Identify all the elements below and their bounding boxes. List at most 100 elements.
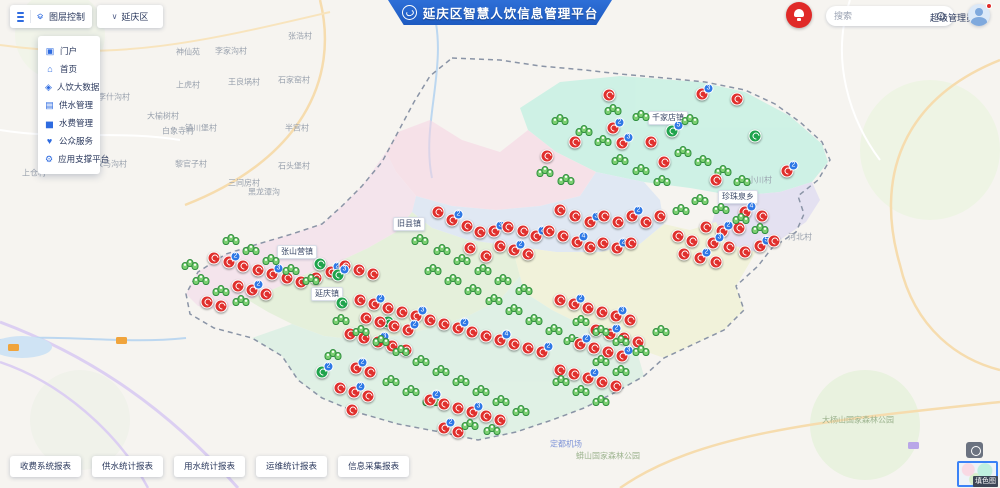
station-marker-alert[interactable] bbox=[624, 314, 637, 327]
station-marker-alert[interactable]: 3 bbox=[266, 268, 279, 281]
station-marker-alert[interactable]: 2 bbox=[452, 322, 465, 335]
village-cluster-icon[interactable] bbox=[526, 314, 543, 326]
station-marker-alert[interactable] bbox=[710, 174, 723, 187]
village-cluster-icon[interactable] bbox=[445, 274, 462, 286]
station-marker-alert[interactable]: 4 bbox=[494, 334, 507, 347]
village-cluster-icon[interactable] bbox=[233, 295, 250, 307]
village-cluster-icon[interactable] bbox=[473, 385, 490, 397]
village-cluster-icon[interactable] bbox=[546, 324, 563, 336]
station-marker-normal[interactable] bbox=[314, 258, 327, 271]
village-cluster-icon[interactable] bbox=[734, 175, 751, 187]
report-button[interactable]: 收费系统报表 bbox=[10, 456, 81, 477]
report-button[interactable]: 供水统计报表 bbox=[92, 456, 163, 477]
village-cluster-icon[interactable] bbox=[654, 175, 671, 187]
menu-item-public-service[interactable]: ♥公众服务 bbox=[38, 132, 100, 150]
village-cluster-icon[interactable] bbox=[553, 375, 570, 387]
village-cluster-icon[interactable] bbox=[733, 213, 750, 225]
station-marker-alert[interactable] bbox=[584, 241, 597, 254]
station-marker-alert[interactable] bbox=[723, 241, 736, 254]
station-marker-alert[interactable] bbox=[596, 376, 609, 389]
village-cluster-icon[interactable] bbox=[595, 135, 612, 147]
menu-item-water-supply[interactable]: ▤供水管理 bbox=[38, 96, 100, 114]
station-marker-alert[interactable]: 2 bbox=[508, 244, 521, 257]
village-cluster-icon[interactable] bbox=[283, 264, 300, 276]
village-cluster-icon[interactable] bbox=[333, 314, 350, 326]
village-cluster-icon[interactable] bbox=[223, 234, 240, 246]
station-marker-alert[interactable]: 3 bbox=[610, 310, 623, 323]
station-marker-alert[interactable] bbox=[367, 268, 380, 281]
station-marker-alert[interactable]: 3 bbox=[466, 406, 479, 419]
district-selector[interactable]: ∨ 延庆区 bbox=[97, 5, 163, 28]
search-input[interactable] bbox=[834, 11, 931, 21]
station-marker-alert[interactable] bbox=[710, 256, 723, 269]
station-marker-alert[interactable] bbox=[432, 206, 445, 219]
village-cluster-icon[interactable] bbox=[484, 424, 501, 436]
village-cluster-icon[interactable] bbox=[513, 405, 530, 417]
village-cluster-icon[interactable] bbox=[425, 264, 442, 276]
station-marker-alert[interactable]: 2 bbox=[402, 324, 415, 337]
report-button[interactable]: 信息采集报表 bbox=[338, 456, 409, 477]
station-marker-alert[interactable] bbox=[374, 316, 387, 329]
station-marker-alert[interactable]: 2 bbox=[424, 394, 437, 407]
station-marker-alert[interactable] bbox=[464, 242, 477, 255]
station-marker-alert[interactable] bbox=[354, 294, 367, 307]
village-cluster-icon[interactable] bbox=[373, 335, 390, 347]
village-cluster-icon[interactable] bbox=[558, 174, 575, 186]
station-marker-alert[interactable]: 2 bbox=[574, 338, 587, 351]
station-marker-alert[interactable] bbox=[686, 235, 699, 248]
village-cluster-icon[interactable] bbox=[393, 345, 410, 357]
village-cluster-icon[interactable] bbox=[552, 114, 569, 126]
village-cluster-icon[interactable] bbox=[493, 395, 510, 407]
village-cluster-icon[interactable] bbox=[433, 365, 450, 377]
menu-item-home[interactable]: ⌂首页 bbox=[38, 60, 100, 78]
station-marker-alert[interactable]: 3 bbox=[696, 88, 709, 101]
station-marker-alert[interactable] bbox=[588, 342, 601, 355]
report-button[interactable]: 用水统计报表 bbox=[174, 456, 245, 477]
station-marker-alert[interactable] bbox=[480, 410, 493, 423]
village-cluster-icon[interactable] bbox=[573, 385, 590, 397]
village-cluster-icon[interactable] bbox=[506, 304, 523, 316]
report-button[interactable]: 运维统计报表 bbox=[256, 456, 327, 477]
station-marker-alert[interactable]: 2 bbox=[350, 362, 363, 375]
village-cluster-icon[interactable] bbox=[325, 349, 342, 361]
village-cluster-icon[interactable] bbox=[495, 274, 512, 286]
station-marker-alert[interactable] bbox=[508, 338, 521, 351]
alarm-button[interactable] bbox=[786, 2, 812, 28]
station-marker-alert[interactable] bbox=[522, 248, 535, 261]
village-cluster-icon[interactable] bbox=[182, 259, 199, 271]
layer-control-button[interactable]: 图层控制 bbox=[49, 10, 85, 23]
station-marker-alert[interactable]: 2 bbox=[348, 386, 361, 399]
village-cluster-icon[interactable] bbox=[413, 355, 430, 367]
station-marker-alert[interactable]: 2 bbox=[626, 210, 639, 223]
station-marker-normal[interactable]: 3 bbox=[332, 269, 345, 282]
station-marker-alert[interactable]: 2 bbox=[530, 230, 543, 243]
menu-item-water-fee[interactable]: ▅水费管理 bbox=[38, 114, 100, 132]
village-cluster-icon[interactable] bbox=[303, 274, 320, 286]
menu-item-app-support[interactable]: ⚙应用支撑平台 bbox=[38, 150, 100, 168]
station-marker-alert[interactable] bbox=[237, 260, 250, 273]
village-cluster-icon[interactable] bbox=[653, 325, 670, 337]
station-marker-alert[interactable] bbox=[364, 366, 377, 379]
village-cluster-icon[interactable] bbox=[576, 125, 593, 137]
station-marker-alert[interactable] bbox=[346, 404, 359, 417]
station-marker-alert[interactable]: 3 bbox=[488, 225, 501, 238]
station-marker-alert[interactable]: 2 bbox=[781, 165, 794, 178]
station-marker-alert[interactable] bbox=[474, 226, 487, 239]
village-cluster-icon[interactable] bbox=[453, 375, 470, 387]
station-marker-alert[interactable] bbox=[598, 210, 611, 223]
village-cluster-icon[interactable] bbox=[475, 264, 492, 276]
village-cluster-icon[interactable] bbox=[516, 284, 533, 296]
station-marker-alert[interactable] bbox=[353, 264, 366, 277]
village-cluster-icon[interactable] bbox=[434, 244, 451, 256]
village-cluster-icon[interactable] bbox=[673, 204, 690, 216]
station-marker-alert[interactable] bbox=[597, 237, 610, 250]
station-marker-alert[interactable] bbox=[554, 204, 567, 217]
station-marker-alert[interactable] bbox=[517, 225, 530, 238]
menu-item-bigdata[interactable]: ◈人饮大数据 bbox=[38, 78, 100, 96]
village-cluster-icon[interactable] bbox=[675, 146, 692, 158]
village-cluster-icon[interactable] bbox=[193, 274, 210, 286]
station-marker-alert[interactable]: 2 bbox=[582, 372, 595, 385]
village-cluster-icon[interactable] bbox=[682, 114, 699, 126]
station-marker-alert[interactable]: 4 bbox=[571, 236, 584, 249]
village-cluster-icon[interactable] bbox=[593, 395, 610, 407]
